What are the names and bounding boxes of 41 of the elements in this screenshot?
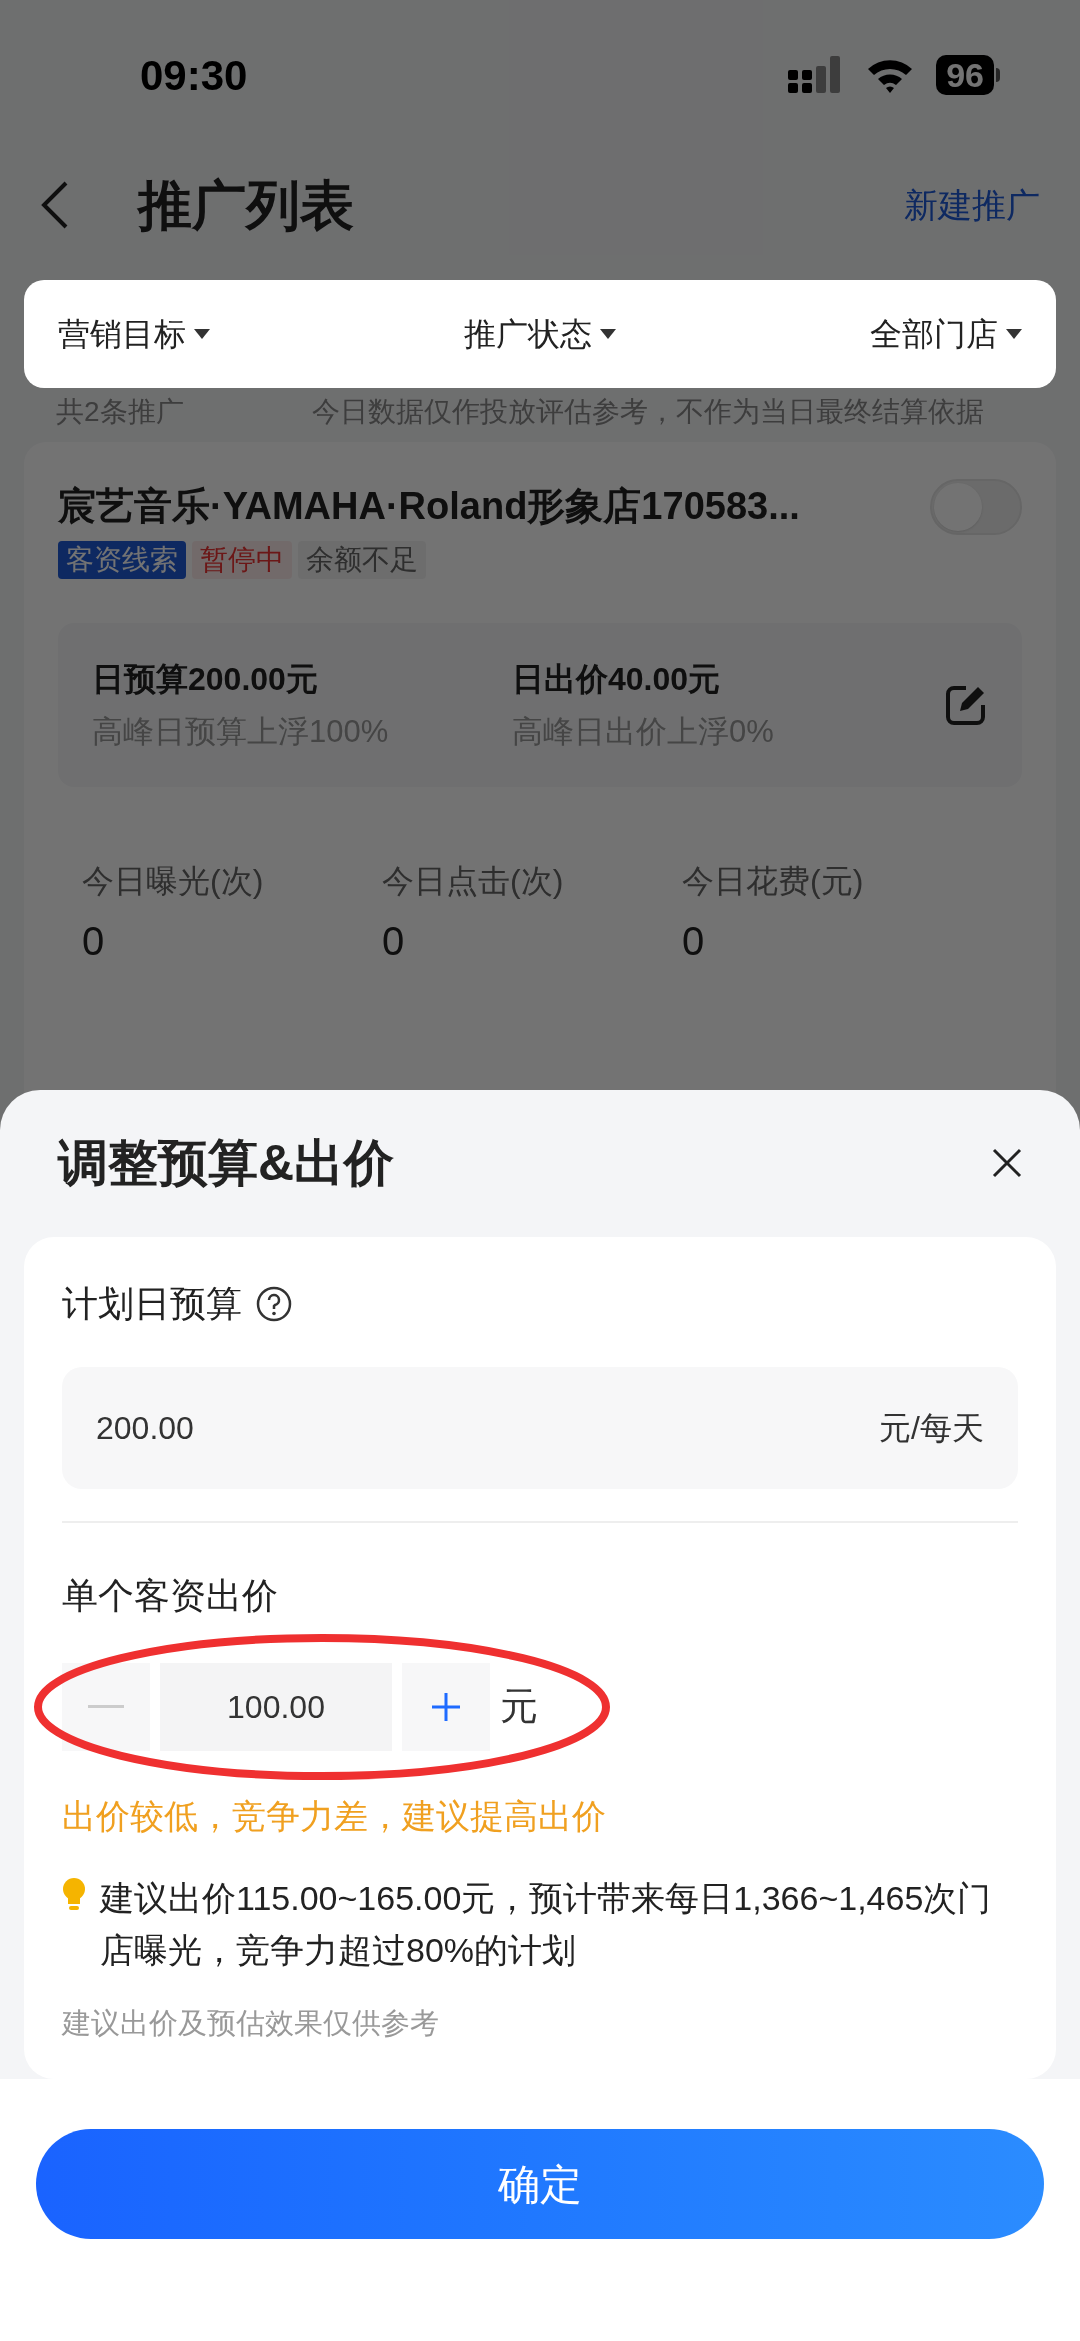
edit-button[interactable] bbox=[944, 683, 988, 727]
status-time: 09:30 bbox=[140, 50, 248, 101]
unit-label: 元 bbox=[500, 1684, 538, 1730]
status-tag: 余额不足 bbox=[298, 541, 426, 579]
minus-icon bbox=[88, 1704, 124, 1709]
status-tag: 客资线索 bbox=[58, 541, 186, 579]
caret-icon bbox=[600, 329, 616, 339]
unit-label: 元/每天 bbox=[879, 1408, 984, 1448]
filter-dropdown[interactable]: 营销目标 bbox=[58, 310, 210, 358]
budget-value: 日出价40.00元 bbox=[512, 659, 722, 699]
stat-label: 今日花费(元) bbox=[682, 862, 865, 901]
plus-icon bbox=[430, 1690, 462, 1723]
back-icon[interactable] bbox=[40, 180, 70, 230]
wifi-icon bbox=[866, 57, 915, 93]
stat-value: 0 bbox=[682, 918, 706, 965]
battery-indicator: 96 bbox=[936, 55, 994, 95]
suggestion-text: 建议出价115.00~165.00元，预计带来每日1,366~1,465次门店曝光，竞争力超过80%的计划 bbox=[100, 1877, 993, 1971]
battery-tip-icon bbox=[996, 68, 1000, 82]
confirm-button[interactable]: 确定 bbox=[36, 2129, 1044, 2240]
stat-label: 今日曝光(次) bbox=[82, 862, 265, 901]
store-name: 宸艺音乐·YAMAHA·Roland形象店170583... bbox=[58, 484, 800, 529]
stat-value: 0 bbox=[82, 918, 106, 965]
warning-text: 出价较低，竞争力差，建议提高出价 bbox=[62, 1795, 607, 1837]
caret-icon bbox=[1006, 329, 1022, 339]
budget-value: 日预算200.00元 bbox=[92, 659, 319, 699]
status-tag: 暂停中 bbox=[192, 541, 292, 579]
budget-input[interactable]: 200.00 元/每天 bbox=[62, 1366, 1018, 1489]
filter-dropdown[interactable]: 全部门店 bbox=[870, 310, 1022, 358]
stat-label: 今日点击(次) bbox=[382, 862, 565, 901]
field-label: 单个客资出价 bbox=[62, 1573, 279, 1618]
help-icon[interactable] bbox=[256, 1285, 292, 1322]
stat-value: 0 bbox=[382, 918, 406, 965]
filter-dropdown[interactable]: 推广状态 bbox=[464, 310, 616, 358]
page-title: 推广列表 bbox=[138, 173, 354, 237]
sheet-title: 调整预算&出价 bbox=[58, 1133, 395, 1193]
disclaimer-text: 建议出价及预估效果仅供参考 bbox=[62, 2005, 440, 2041]
field-label: 计划日预算 bbox=[62, 1281, 242, 1326]
lightbulb-icon bbox=[62, 1877, 86, 1912]
close-button[interactable] bbox=[992, 1148, 1022, 1179]
caret-icon bbox=[194, 329, 210, 339]
bid-input[interactable]: 100.00 bbox=[160, 1662, 392, 1751]
